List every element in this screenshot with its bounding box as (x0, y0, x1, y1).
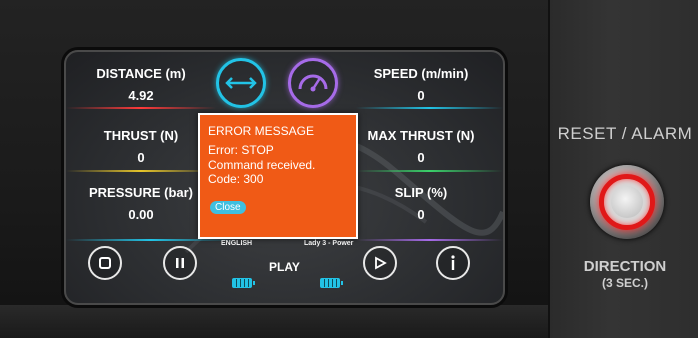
distance-label: DISTANCE (m) (96, 66, 186, 81)
direction-hint: (3 SEC.) (601, 276, 648, 290)
error-dialog: ERROR MESSAGE Error: STOP Command receiv… (198, 113, 358, 239)
thrust-value: 0 (137, 150, 145, 165)
metric-distance: DISTANCE (m) 4.92 (66, 66, 216, 103)
direction-label: DIRECTION (583, 258, 667, 275)
mode-label: PLAY (269, 260, 300, 274)
info-icon (451, 255, 455, 270)
hardware-panel: RESET / ALARM DIRECTION (3 SEC.) (548, 0, 698, 338)
speed-label: SPEED (m/min) (373, 66, 469, 81)
play-icon (375, 256, 387, 270)
pressure-label: PRESSURE (bar) (88, 185, 194, 200)
distance-value: 4.92 (128, 88, 154, 103)
max-thrust-label: MAX THRUST (N) (367, 128, 475, 143)
metric-pressure: PRESSURE (bar) 0.00 (66, 185, 216, 222)
language-label[interactable]: ENGLISH (221, 240, 252, 247)
play-button[interactable] (363, 246, 397, 280)
speedometer-icon (288, 58, 338, 108)
metric-thrust: THRUST (N) 0 (66, 128, 216, 165)
pause-button[interactable] (163, 246, 197, 280)
battery-icon (232, 278, 255, 288)
stop-icon (99, 257, 111, 269)
error-line-3: Code: 300 (208, 172, 264, 186)
device-bezel-bottom (0, 305, 548, 338)
metric-slip: SLIP (%) 0 (346, 185, 496, 222)
slip-value: 0 (417, 207, 425, 222)
info-button[interactable] (436, 246, 470, 280)
reset-alarm-label: RESET / ALARM (557, 124, 693, 143)
profile-label[interactable]: Lady 3 - Power (304, 240, 353, 247)
stop-button[interactable] (88, 246, 122, 280)
double-arrow-icon (216, 58, 266, 108)
metric-max-thrust: MAX THRUST (N) 0 (346, 128, 496, 165)
error-line-1: Error: STOP (208, 143, 274, 157)
error-dialog-body: Error: STOP Command received. Code: 300 (208, 143, 356, 187)
speed-value: 0 (417, 88, 425, 103)
error-line-2: Command received. (208, 157, 316, 172)
battery-icon (320, 278, 343, 288)
pressure-value: 0.00 (128, 207, 154, 222)
button-cap (611, 186, 643, 218)
thrust-label: THRUST (N) (103, 128, 179, 143)
slip-label: SLIP (%) (394, 185, 448, 200)
error-dialog-title: ERROR MESSAGE (208, 124, 315, 138)
alarm-led-ring (599, 174, 655, 230)
max-thrust-value: 0 (417, 150, 425, 165)
metric-speed: SPEED (m/min) 0 (346, 66, 496, 103)
close-button[interactable]: Close (210, 201, 246, 214)
reset-alarm-button[interactable] (590, 165, 664, 239)
pause-icon (176, 258, 184, 268)
